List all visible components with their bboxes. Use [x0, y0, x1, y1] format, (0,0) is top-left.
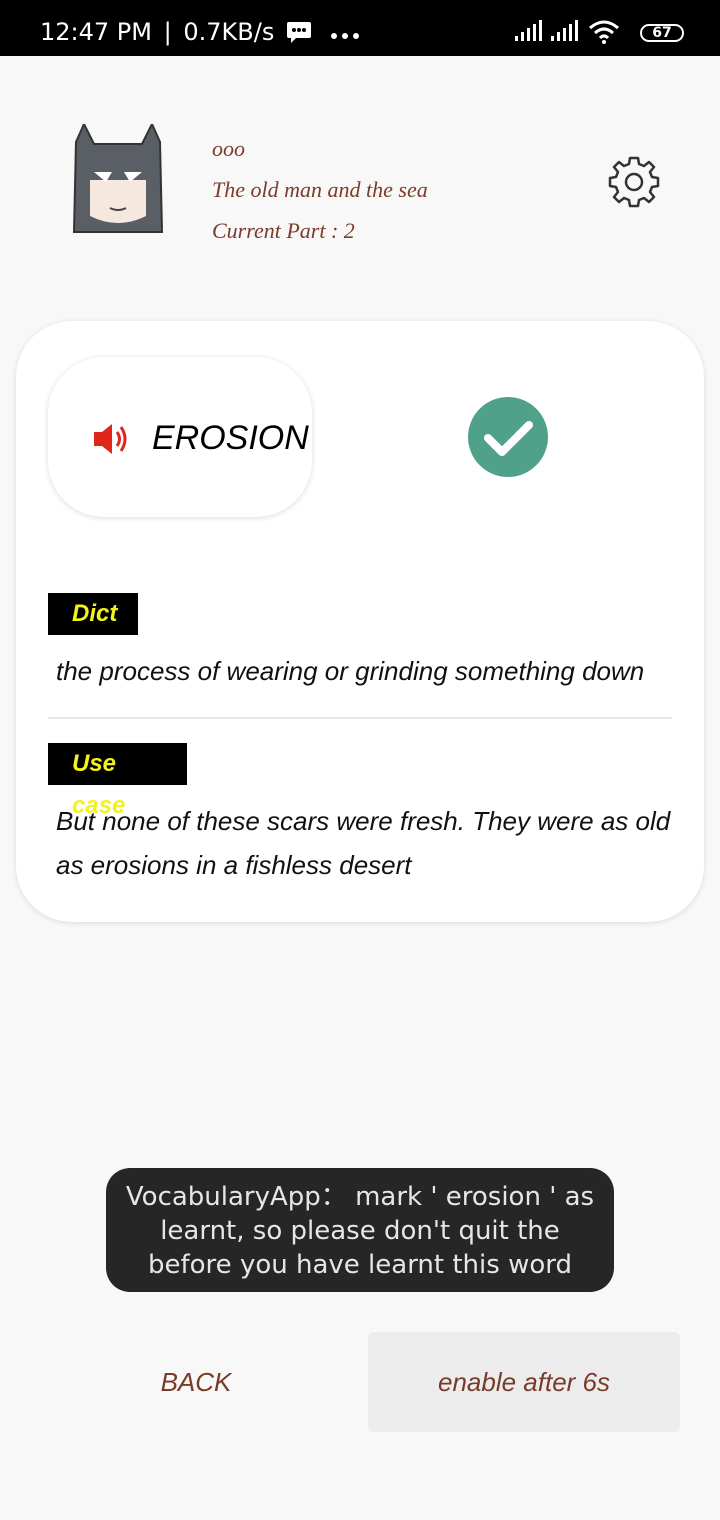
dict-label: Dict — [48, 593, 138, 635]
status-icons: 67 — [514, 20, 684, 48]
dict-definition: the process of wearing or grinding somet… — [56, 656, 645, 686]
speaker-icon[interactable] — [92, 421, 132, 457]
word-card: EROSION Dict the process of wearing or g… — [16, 321, 704, 922]
back-button[interactable]: BACK — [40, 1332, 352, 1432]
signal-icon — [515, 20, 542, 41]
batman-avatar — [72, 124, 164, 233]
username: ooo — [212, 136, 245, 161]
book-info: ooo The old man and the sea Current Part… — [212, 128, 428, 251]
use-case-sentence: But none of these scars were fresh. They… — [56, 806, 671, 880]
wifi-icon — [589, 20, 619, 44]
use-case-label: Use case — [48, 743, 187, 819]
mark-learnt-button[interactable] — [468, 397, 548, 477]
battery-icon: 67 — [640, 24, 684, 42]
next-button[interactable]: enable after 6s — [368, 1332, 680, 1432]
status-bar: 12:47 PM | 0.7KB/s 67 — [0, 0, 720, 56]
toast-message: VocabularyApp： mark ' erosion ' as learn… — [106, 1168, 614, 1292]
message-icon — [286, 22, 311, 43]
network-speed: 0.7KB/s — [183, 18, 275, 46]
pronounce-button[interactable]: EROSION — [48, 357, 312, 517]
status-time: 12:47 PM | 0.7KB/s — [40, 18, 360, 46]
word-text: EROSION — [152, 419, 309, 457]
more-dots-icon — [330, 33, 359, 39]
clock: 12:47 PM — [40, 18, 152, 46]
divider — [48, 717, 672, 719]
check-icon — [484, 421, 533, 456]
book-title: The old man and the sea — [212, 177, 428, 202]
profile-header: ooo The old man and the sea Current Part… — [0, 56, 720, 316]
current-part: Current Part : 2 — [212, 218, 355, 243]
gear-icon[interactable] — [606, 154, 662, 210]
signal-icon — [551, 20, 578, 41]
